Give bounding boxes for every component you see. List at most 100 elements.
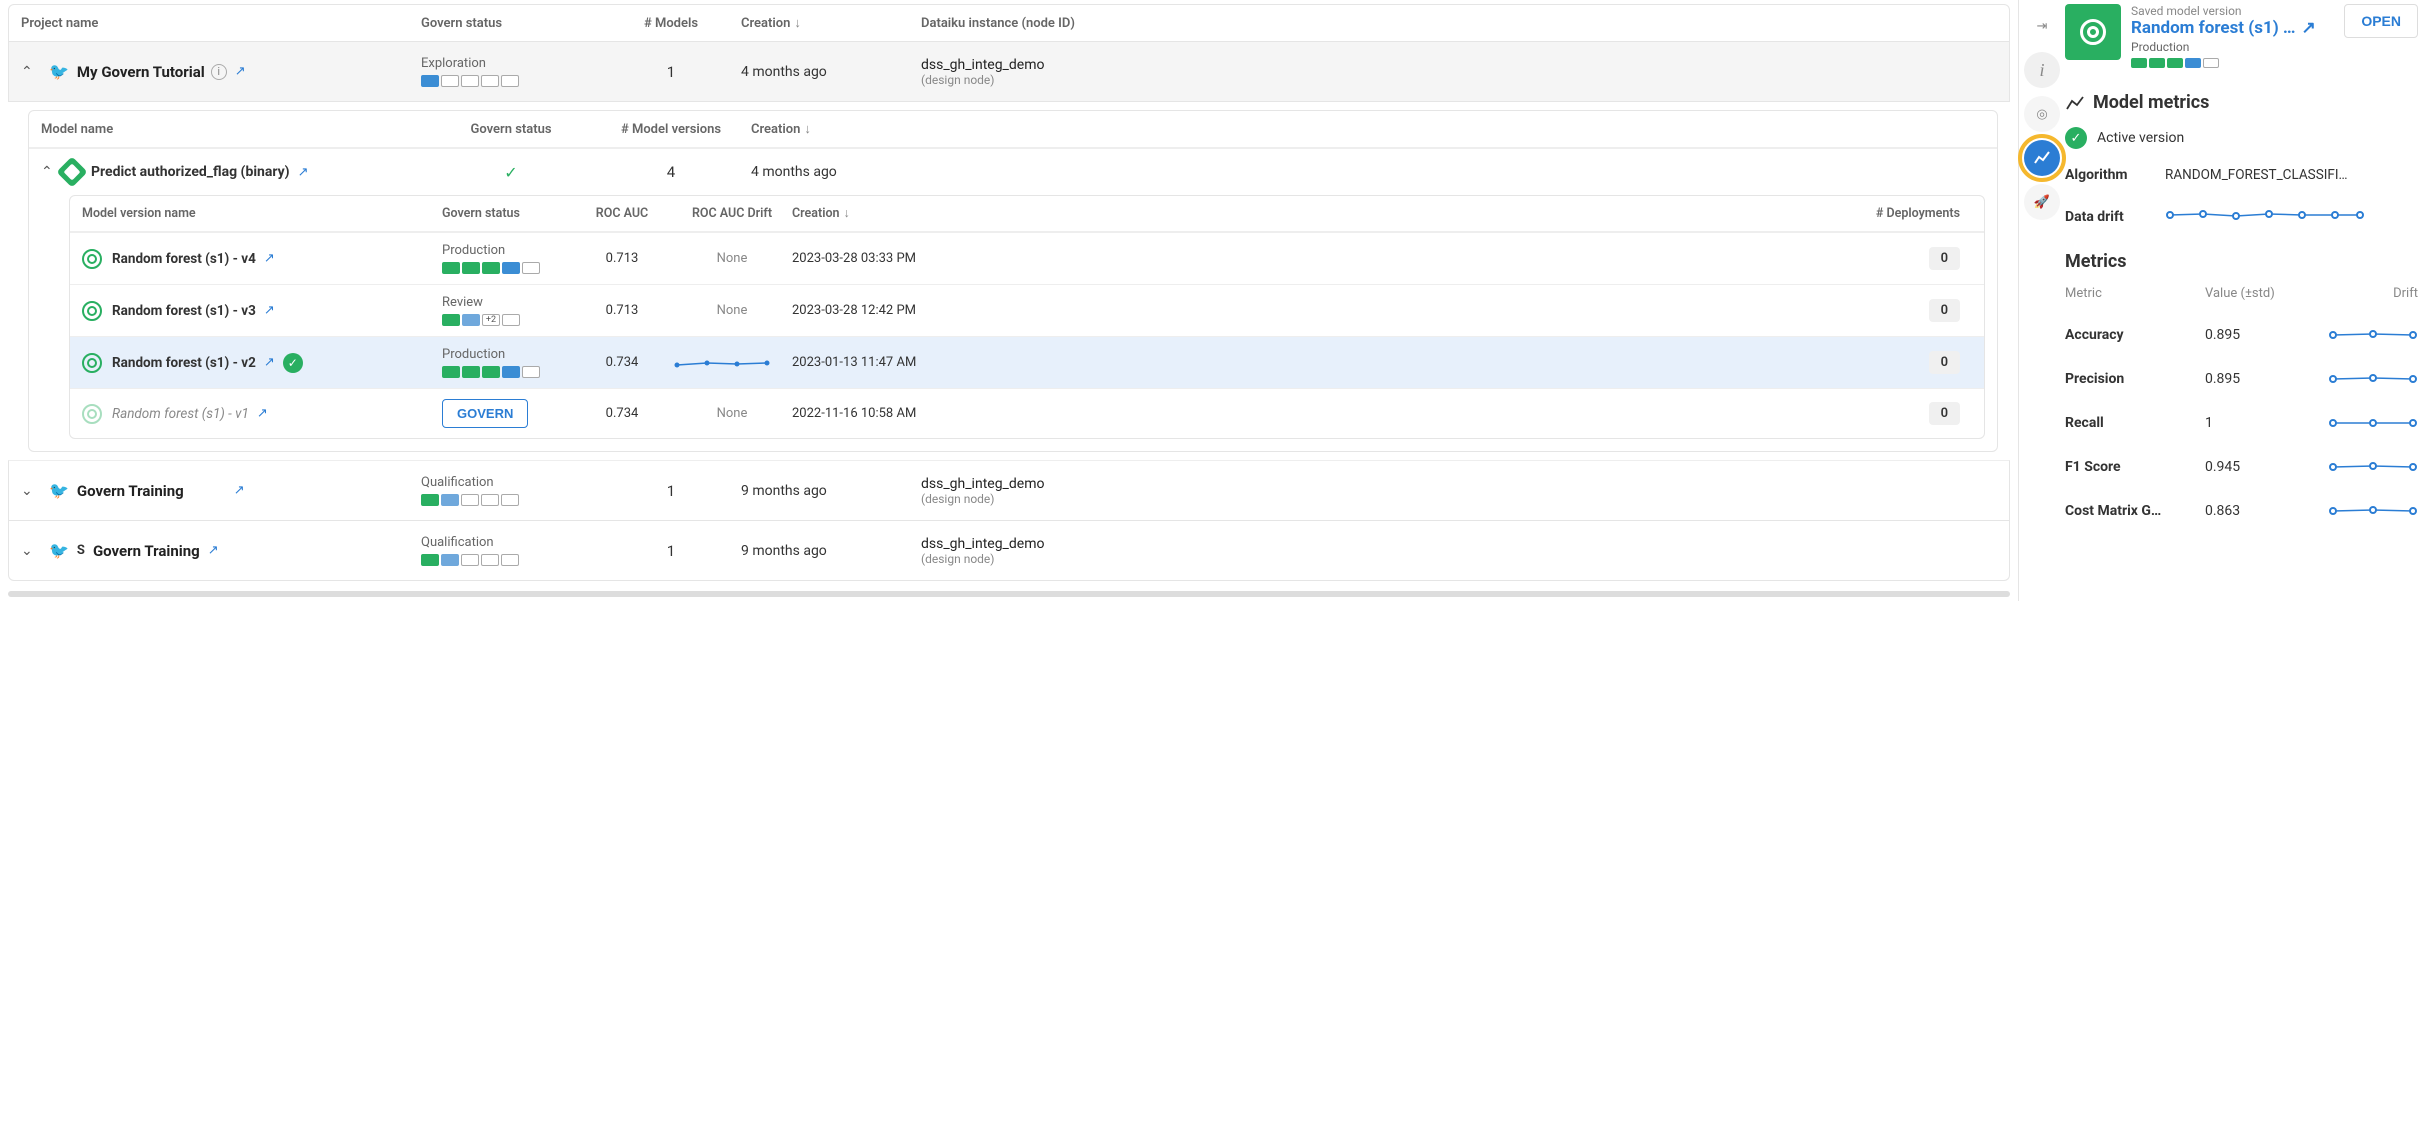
instance-sub: (design node) xyxy=(921,552,1997,566)
project-row-my-govern-tutorial[interactable]: ⌃ 🐦 My Govern Tutorial i ↗ Exploration 1… xyxy=(8,42,2010,102)
algorithm-value: RANDOM_FOREST_CLASSIFI… xyxy=(2165,167,2418,183)
col-version-creation[interactable]: Creation↓ xyxy=(792,206,992,221)
version-row-v4[interactable]: Random forest (s1) - v4 ↗ Production 0.7… xyxy=(70,232,1984,284)
version-icon xyxy=(82,301,102,321)
version-row-v2[interactable]: Random forest (s1) - v2 ↗ ✓ Production 0… xyxy=(70,336,1984,388)
col-govern-status[interactable]: Govern status xyxy=(421,16,601,31)
col-roc-auc[interactable]: ROC AUC xyxy=(572,206,672,221)
model-creation: 4 months ago xyxy=(751,164,1985,180)
chevron-up-icon[interactable]: ⌃ xyxy=(21,64,41,80)
model-row-predict-authorized[interactable]: ⌃ Predict authorized_flag (binary) ↗ ✓ 4… xyxy=(29,148,1997,195)
active-check-icon: ✓ xyxy=(283,353,303,373)
mh-metric: Metric xyxy=(2065,286,2205,301)
status-label: Exploration xyxy=(421,56,601,71)
version-icon xyxy=(82,353,102,373)
col-project-name[interactable]: Project name xyxy=(21,16,421,31)
instance-name: dss_gh_integ_demo xyxy=(921,536,1997,552)
roc-value: 0.713 xyxy=(572,303,672,318)
metric-name: Cost Matrix G… xyxy=(2065,503,2205,519)
creation-value: 2023-03-28 03:33 PM xyxy=(792,251,992,266)
external-link-icon[interactable]: ↗ xyxy=(234,483,245,498)
chevron-down-icon[interactable]: ⌄ xyxy=(21,483,41,499)
side-title[interactable]: Random forest (s1) …↗ xyxy=(2131,18,2334,38)
external-link-icon[interactable]: ↗ xyxy=(264,251,275,266)
metric-drift-spark xyxy=(2285,503,2418,519)
metrics-section-title: Metrics xyxy=(2065,251,2418,272)
chart-icon xyxy=(2065,93,2085,113)
external-link-icon[interactable]: ↗ xyxy=(257,406,268,421)
num-models: 1 xyxy=(601,63,741,81)
external-link-icon[interactable]: ↗ xyxy=(264,303,275,318)
col-model-creation[interactable]: Creation↓ xyxy=(751,121,1985,137)
version-row-v3[interactable]: Random forest (s1) - v3 ↗ Review +2 0.71… xyxy=(70,284,1984,336)
roc-value: 0.713 xyxy=(572,251,672,266)
col-version-status[interactable]: Govern status xyxy=(442,206,572,221)
col-num-models[interactable]: # Models xyxy=(601,16,741,31)
algorithm-label: Algorithm xyxy=(2065,167,2165,183)
external-link-icon[interactable]: ↗ xyxy=(264,355,275,370)
version-name: Random forest (s1) - v4 xyxy=(112,251,256,267)
version-row-v1[interactable]: Random forest (s1) - v1 ↗ GOVERN 0.734 N… xyxy=(70,388,1984,438)
progress-bar xyxy=(421,75,601,87)
info-icon[interactable]: i xyxy=(211,64,227,80)
metric-name: Precision xyxy=(2065,371,2205,387)
sort-arrow-icon: ↓ xyxy=(804,122,811,137)
col-deployments[interactable]: # Deployments xyxy=(992,206,1972,221)
metric-value: 0.895 xyxy=(2205,327,2285,343)
col-instance[interactable]: Dataiku instance (node ID) xyxy=(921,16,1997,31)
roc-value: 0.734 xyxy=(572,355,672,370)
horizontal-scrollbar[interactable] xyxy=(8,591,2010,597)
chevron-down-icon[interactable]: ⌄ xyxy=(21,543,41,559)
col-model-govern-status[interactable]: Govern status xyxy=(431,122,591,137)
collapse-panel-icon[interactable]: ⇥ xyxy=(2024,8,2060,44)
col-model-versions[interactable]: # Model versions xyxy=(591,122,751,137)
bird-icon: 🐦 xyxy=(49,62,69,81)
version-header-row: Model version name Govern status ROC AUC… xyxy=(70,196,1984,232)
project-row-govern-training-2[interactable]: ⌄ 🐦 S Govern Training ↗ Qualification 1 … xyxy=(8,521,2010,581)
metric-drift-spark xyxy=(2285,327,2418,343)
projects-header-row: Project name Govern status # Models Crea… xyxy=(8,4,2010,42)
drift-value: None xyxy=(672,251,792,266)
progress-bar: +2 xyxy=(442,314,572,326)
version-name: Random forest (s1) - v1 xyxy=(112,406,249,422)
external-link-icon[interactable]: ↗ xyxy=(2302,18,2316,38)
mh-drift: Drift xyxy=(2285,286,2418,301)
status-label: Review xyxy=(442,295,572,310)
status-label: Production xyxy=(442,347,572,362)
deploy-count: 0 xyxy=(1929,402,1960,425)
deploy-count: 0 xyxy=(1929,247,1960,270)
algorithm-row: Algorithm RANDOM_FOREST_CLASSIFI… xyxy=(2065,167,2418,183)
metrics-tab-icon[interactable] xyxy=(2024,140,2060,176)
deploy-count: 0 xyxy=(1929,351,1960,374)
project-row-govern-training-1[interactable]: ⌄ 🐦 Govern Training ↗ Qualification 1 9 … xyxy=(8,460,2010,521)
check-icon: ✓ xyxy=(504,163,517,182)
col-version-name[interactable]: Model version name xyxy=(82,206,442,221)
progress-bar xyxy=(442,366,572,378)
creation-value: 2023-03-28 12:42 PM xyxy=(792,303,992,318)
project-name: Govern Training xyxy=(93,542,200,560)
active-version-row: ✓ Active version xyxy=(2065,127,2418,149)
creation-value: 2022-11-16 10:58 AM xyxy=(792,406,992,421)
external-link-icon[interactable]: ↗ xyxy=(208,543,219,558)
side-subtitle: Production xyxy=(2131,40,2334,54)
col-roc-drift[interactable]: ROC AUC Drift xyxy=(672,206,792,221)
govern-button[interactable]: GOVERN xyxy=(442,399,528,428)
col-model-name[interactable]: Model name xyxy=(41,122,431,137)
datadrift-label: Data drift xyxy=(2065,209,2165,225)
metric-value: 0.863 xyxy=(2205,503,2285,519)
col-creation[interactable]: Creation↓ xyxy=(741,15,921,31)
open-button[interactable]: OPEN xyxy=(2344,4,2418,38)
side-panel: ⇥ i ◎ 🚀 Saved model version Random fores… xyxy=(2018,0,2430,601)
model-icon xyxy=(56,156,87,187)
info-tab-icon[interactable]: i xyxy=(2024,52,2060,88)
model-metrics-title: Model metrics xyxy=(2065,92,2418,113)
progress-bar xyxy=(421,554,601,566)
instance-sub: (design node) xyxy=(921,492,1997,506)
deploy-tab-icon[interactable]: 🚀 xyxy=(2024,184,2060,220)
metric-row-precision: Precision 0.895 xyxy=(2065,357,2418,401)
drift-value: None xyxy=(672,303,792,318)
target-tab-icon[interactable]: ◎ xyxy=(2024,96,2060,132)
sort-arrow-icon: ↓ xyxy=(794,16,801,31)
external-link-icon[interactable]: ↗ xyxy=(235,64,246,79)
external-link-icon[interactable]: ↗ xyxy=(298,165,309,180)
